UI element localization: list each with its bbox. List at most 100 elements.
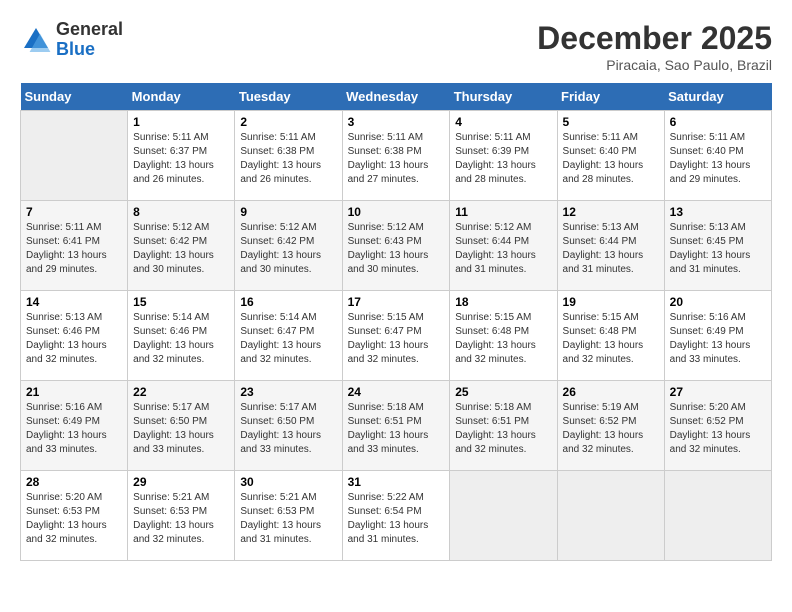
week-row-1: 1 Sunrise: 5:11 AM Sunset: 6:37 PM Daylig… xyxy=(21,111,772,201)
day-number: 17 xyxy=(348,295,445,309)
day-number: 31 xyxy=(348,475,445,489)
calendar-cell xyxy=(557,471,664,561)
day-number: 13 xyxy=(670,205,766,219)
calendar-cell: 12Sunrise: 5:13 AM Sunset: 6:44 PM Dayli… xyxy=(557,201,664,291)
day-number: 7 xyxy=(26,205,122,219)
calendar-cell: 23 Sunrise: 5:17 AM Sunset: 6:50 PM Dayli… xyxy=(235,381,342,471)
day-info: Sunrise: 5:11 AM Sunset: 6:38 PM Dayligh… xyxy=(240,131,336,187)
day-number: 27 xyxy=(670,385,766,399)
day-number: 15 xyxy=(133,295,229,309)
calendar-cell: 20 Sunrise: 5:16 AM Sunset: 6:49 PM Dayli… xyxy=(664,291,771,381)
weekday-header-sunday: Sunday xyxy=(21,83,128,111)
day-info: Sunrise: 5:11 AM Sunset: 6:40 PM Dayligh… xyxy=(563,131,659,187)
day-info: Sunrise: 5:12 AM Sunset: 6:44 PM Dayligh… xyxy=(455,221,551,277)
title-block: December 2025 Piracaia, Sao Paulo, Brazi… xyxy=(537,20,772,73)
calendar-cell: 28Sunrise: 5:20 AM Sunset: 6:53 PM Dayli… xyxy=(21,471,128,561)
week-row-3: 14Sunrise: 5:13 AM Sunset: 6:46 PM Dayli… xyxy=(21,291,772,381)
calendar-table: SundayMondayTuesdayWednesdayThursdayFrid… xyxy=(20,83,772,561)
calendar-cell: 31 Sunrise: 5:22 AM Sunset: 6:54 PM Dayli… xyxy=(342,471,450,561)
day-number: 12 xyxy=(563,205,659,219)
day-info: Sunrise: 5:11 AM Sunset: 6:38 PM Dayligh… xyxy=(348,131,445,187)
page-header: General Blue December 2025 Piracaia, Sao… xyxy=(20,20,772,73)
calendar-cell xyxy=(664,471,771,561)
day-info: Sunrise: 5:14 AM Sunset: 6:47 PM Dayligh… xyxy=(240,311,336,367)
calendar-cell: 26Sunrise: 5:19 AM Sunset: 6:52 PM Dayli… xyxy=(557,381,664,471)
logo-icon xyxy=(20,24,52,56)
calendar-cell: 21 Sunrise: 5:16 AM Sunset: 6:49 PM Dayli… xyxy=(21,381,128,471)
day-number: 1 xyxy=(133,115,229,129)
calendar-cell xyxy=(21,111,128,201)
day-info: Sunrise: 5:12 AM Sunset: 6:42 PM Dayligh… xyxy=(240,221,336,277)
weekday-header-monday: Monday xyxy=(128,83,235,111)
day-info: Sunrise: 5:12 AM Sunset: 6:43 PM Dayligh… xyxy=(348,221,445,277)
day-number: 3 xyxy=(348,115,445,129)
logo: General Blue xyxy=(20,20,123,60)
day-info: Sunrise: 5:20 AM Sunset: 6:52 PM Dayligh… xyxy=(670,401,766,457)
calendar-cell: 14Sunrise: 5:13 AM Sunset: 6:46 PM Dayli… xyxy=(21,291,128,381)
day-number: 4 xyxy=(455,115,551,129)
day-number: 16 xyxy=(240,295,336,309)
calendar-cell: 16 Sunrise: 5:14 AM Sunset: 6:47 PM Dayli… xyxy=(235,291,342,381)
day-info: Sunrise: 5:13 AM Sunset: 6:45 PM Dayligh… xyxy=(670,221,766,277)
calendar-cell: 24Sunrise: 5:18 AM Sunset: 6:51 PM Dayli… xyxy=(342,381,450,471)
calendar-cell: 4Sunrise: 5:11 AM Sunset: 6:39 PM Daylig… xyxy=(450,111,557,201)
day-info: Sunrise: 5:15 AM Sunset: 6:48 PM Dayligh… xyxy=(455,311,551,367)
day-info: Sunrise: 5:16 AM Sunset: 6:49 PM Dayligh… xyxy=(670,311,766,367)
day-number: 19 xyxy=(563,295,659,309)
weekday-header-thursday: Thursday xyxy=(450,83,557,111)
calendar-cell: 3 Sunrise: 5:11 AM Sunset: 6:38 PM Daylig… xyxy=(342,111,450,201)
logo-text: General Blue xyxy=(56,20,123,60)
weekday-header-saturday: Saturday xyxy=(664,83,771,111)
location-subtitle: Piracaia, Sao Paulo, Brazil xyxy=(537,57,772,73)
day-info: Sunrise: 5:15 AM Sunset: 6:48 PM Dayligh… xyxy=(563,311,659,367)
day-info: Sunrise: 5:13 AM Sunset: 6:46 PM Dayligh… xyxy=(26,311,122,367)
calendar-cell: 29 Sunrise: 5:21 AM Sunset: 6:53 PM Dayli… xyxy=(128,471,235,561)
calendar-cell xyxy=(450,471,557,561)
weekday-header-wednesday: Wednesday xyxy=(342,83,450,111)
calendar-cell: 30Sunrise: 5:21 AM Sunset: 6:53 PM Dayli… xyxy=(235,471,342,561)
day-number: 2 xyxy=(240,115,336,129)
day-number: 23 xyxy=(240,385,336,399)
day-number: 25 xyxy=(455,385,551,399)
calendar-cell: 8 Sunrise: 5:12 AM Sunset: 6:42 PM Daylig… xyxy=(128,201,235,291)
calendar-cell: 22Sunrise: 5:17 AM Sunset: 6:50 PM Dayli… xyxy=(128,381,235,471)
calendar-cell: 6 Sunrise: 5:11 AM Sunset: 6:40 PM Daylig… xyxy=(664,111,771,201)
day-number: 5 xyxy=(563,115,659,129)
day-number: 10 xyxy=(348,205,445,219)
calendar-cell: 27 Sunrise: 5:20 AM Sunset: 6:52 PM Dayli… xyxy=(664,381,771,471)
week-row-2: 7Sunrise: 5:11 AM Sunset: 6:41 PM Daylig… xyxy=(21,201,772,291)
day-number: 8 xyxy=(133,205,229,219)
day-number: 30 xyxy=(240,475,336,489)
day-info: Sunrise: 5:16 AM Sunset: 6:49 PM Dayligh… xyxy=(26,401,122,457)
day-info: Sunrise: 5:17 AM Sunset: 6:50 PM Dayligh… xyxy=(240,401,336,457)
calendar-cell: 5 Sunrise: 5:11 AM Sunset: 6:40 PM Daylig… xyxy=(557,111,664,201)
calendar-cell: 9Sunrise: 5:12 AM Sunset: 6:42 PM Daylig… xyxy=(235,201,342,291)
calendar-cell: 15 Sunrise: 5:14 AM Sunset: 6:46 PM Dayli… xyxy=(128,291,235,381)
day-info: Sunrise: 5:15 AM Sunset: 6:47 PM Dayligh… xyxy=(348,311,445,367)
week-row-5: 28Sunrise: 5:20 AM Sunset: 6:53 PM Dayli… xyxy=(21,471,772,561)
weekday-header-friday: Friday xyxy=(557,83,664,111)
day-number: 29 xyxy=(133,475,229,489)
calendar-cell: 13 Sunrise: 5:13 AM Sunset: 6:45 PM Dayli… xyxy=(664,201,771,291)
day-info: Sunrise: 5:11 AM Sunset: 6:37 PM Dayligh… xyxy=(133,131,229,187)
day-number: 18 xyxy=(455,295,551,309)
weekday-header-row: SundayMondayTuesdayWednesdayThursdayFrid… xyxy=(21,83,772,111)
day-info: Sunrise: 5:14 AM Sunset: 6:46 PM Dayligh… xyxy=(133,311,229,367)
day-number: 24 xyxy=(348,385,445,399)
day-info: Sunrise: 5:12 AM Sunset: 6:42 PM Dayligh… xyxy=(133,221,229,277)
day-number: 6 xyxy=(670,115,766,129)
month-title: December 2025 xyxy=(537,20,772,57)
day-info: Sunrise: 5:22 AM Sunset: 6:54 PM Dayligh… xyxy=(348,491,445,547)
day-info: Sunrise: 5:18 AM Sunset: 6:51 PM Dayligh… xyxy=(455,401,551,457)
calendar-cell: 10 Sunrise: 5:12 AM Sunset: 6:43 PM Dayli… xyxy=(342,201,450,291)
day-info: Sunrise: 5:20 AM Sunset: 6:53 PM Dayligh… xyxy=(26,491,122,547)
day-info: Sunrise: 5:17 AM Sunset: 6:50 PM Dayligh… xyxy=(133,401,229,457)
calendar-cell: 18 Sunrise: 5:15 AM Sunset: 6:48 PM Dayli… xyxy=(450,291,557,381)
day-info: Sunrise: 5:21 AM Sunset: 6:53 PM Dayligh… xyxy=(133,491,229,547)
calendar-cell: 7Sunrise: 5:11 AM Sunset: 6:41 PM Daylig… xyxy=(21,201,128,291)
day-number: 21 xyxy=(26,385,122,399)
day-number: 11 xyxy=(455,205,551,219)
day-number: 20 xyxy=(670,295,766,309)
day-info: Sunrise: 5:11 AM Sunset: 6:40 PM Dayligh… xyxy=(670,131,766,187)
week-row-4: 21 Sunrise: 5:16 AM Sunset: 6:49 PM Dayli… xyxy=(21,381,772,471)
